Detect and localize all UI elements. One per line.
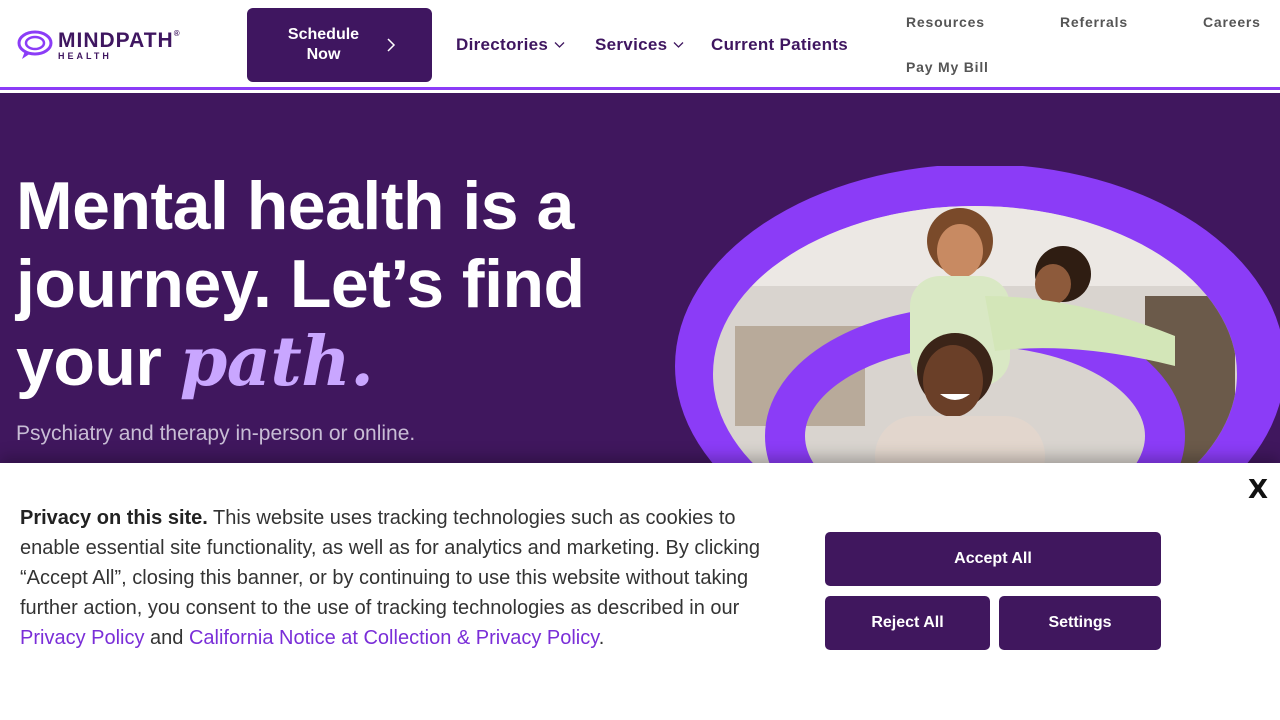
brand-subtitle: HEALTH <box>58 50 112 61</box>
nav-directories-label: Directories <box>456 35 549 54</box>
brand-name: MINDPATH® <box>58 28 181 52</box>
chevron-down-icon <box>554 42 565 48</box>
nav-services-label: Services <box>595 35 668 54</box>
nav-careers[interactable]: Careers <box>1203 14 1261 30</box>
site-header: MINDPATH® HEALTH Schedule Now Directorie… <box>0 0 1280 90</box>
hero-subtitle: Psychiatry and therapy in-person or onli… <box>16 422 416 445</box>
nav-current-patients[interactable]: Current Patients <box>711 35 848 55</box>
nav-referrals[interactable]: Referrals <box>1060 14 1128 30</box>
accept-all-button[interactable]: Accept All <box>825 532 1161 586</box>
hero-title: Mental health is a journey. Let’s find y… <box>16 167 656 401</box>
hero-title-highlight: path <box>179 322 351 402</box>
cookie-end: . <box>598 627 605 649</box>
nav-current-patients-label: Current Patients <box>711 35 849 54</box>
cookie-text: Privacy on this site. This website uses … <box>20 503 760 653</box>
close-icon[interactable]: X <box>1248 475 1268 505</box>
speech-bubble-logo-icon <box>17 30 53 59</box>
mindpath-logo[interactable]: MINDPATH® HEALTH <box>16 29 181 61</box>
reject-all-button[interactable]: Reject All <box>825 596 990 650</box>
nav-pay-my-bill[interactable]: Pay My Bill <box>906 59 989 75</box>
cookie-banner: X Privacy on this site. This website use… <box>0 463 1280 720</box>
nav-directories[interactable]: Directories <box>456 35 565 55</box>
cookie-and: and <box>144 627 189 649</box>
chevron-down-icon <box>673 42 684 48</box>
privacy-policy-link[interactable]: Privacy Policy <box>20 627 144 649</box>
hero-title-line3: your <box>16 324 180 400</box>
hero-section: Mental health is a journey. Let’s find y… <box>0 93 1280 473</box>
hero-title-line1: Mental health is a <box>16 168 574 244</box>
cookie-heading: Privacy on this site. <box>20 507 208 529</box>
hero-title-period: . <box>350 322 374 402</box>
california-notice-link[interactable]: California Notice at Collection & Privac… <box>189 627 599 649</box>
nav-services[interactable]: Services <box>595 35 684 55</box>
schedule-now-label: Schedule Now <box>287 26 360 63</box>
chevron-right-icon <box>386 38 395 52</box>
settings-button[interactable]: Settings <box>999 596 1161 650</box>
schedule-now-button[interactable]: Schedule Now <box>247 8 432 82</box>
hero-title-line2: journey. Let’s find <box>16 246 585 322</box>
family-photo-icon <box>675 166 1280 473</box>
nav-resources[interactable]: Resources <box>906 14 985 30</box>
